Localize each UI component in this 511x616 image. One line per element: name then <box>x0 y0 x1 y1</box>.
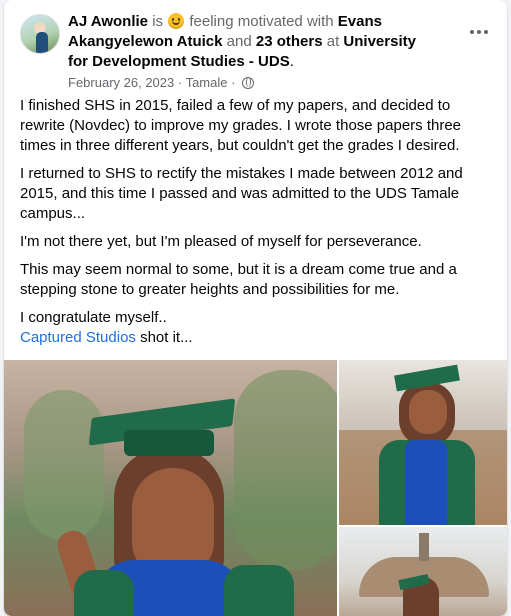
post-paragraph: I congratulate myself.. <box>20 309 167 326</box>
more-options-icon[interactable] <box>463 22 495 42</box>
author-name[interactable]: AJ Awonlie <box>68 13 148 30</box>
post-meta: AJ Awonlie is feeling motivated with Eva… <box>68 12 440 91</box>
post-body: I finished SHS in 2015, failed a few of … <box>20 96 490 356</box>
photo-third[interactable] <box>339 527 507 616</box>
photo-second[interactable] <box>339 360 507 525</box>
post-credit: Captured Studios shot it... <box>20 329 193 346</box>
post-paragraph: I'm not there yet, but I'm pleased of my… <box>20 233 422 250</box>
post-date[interactable]: February 26, 2023 <box>68 75 174 90</box>
photo-grid <box>4 360 507 616</box>
post-paragraph: This may seem normal to some, but it is … <box>20 261 457 298</box>
post-paragraph: I returned to SHS to rectify the mistake… <box>20 165 463 222</box>
globe-icon[interactable] <box>242 77 255 89</box>
others-link[interactable]: 23 others <box>256 33 323 50</box>
post-card: AJ Awonlie is feeling motivated with Eva… <box>4 0 507 616</box>
smiling-face-icon <box>168 13 185 29</box>
photo-main[interactable] <box>4 360 337 616</box>
post-place[interactable]: Tamale <box>186 75 228 90</box>
post-paragraph: I finished SHS in 2015, failed a few of … <box>20 97 462 154</box>
credit-link[interactable]: Captured Studios <box>20 329 136 346</box>
post-subtitle: February 26, 2023 · Tamale · <box>68 75 440 91</box>
author-avatar[interactable] <box>20 14 60 54</box>
post-headline: AJ Awonlie is feeling motivated with Eva… <box>68 13 416 70</box>
